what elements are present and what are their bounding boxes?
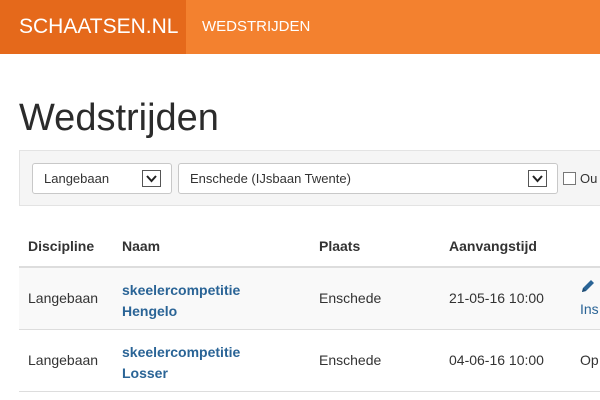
chevron-down-icon bbox=[528, 170, 547, 187]
chevron-down-icon bbox=[142, 170, 161, 187]
pencil-icon[interactable] bbox=[580, 278, 596, 294]
column-header-start-time[interactable]: Aanvangstijd bbox=[449, 238, 537, 254]
brand-logo-link[interactable]: SCHAATSEN.NL bbox=[0, 0, 186, 54]
page-title: Wedstrijden bbox=[19, 97, 219, 139]
table-header: Discipline Naam Plaats Aanvangstijd bbox=[19, 225, 600, 268]
top-navbar: SCHAATSEN.NL WEDSTRIJDEN bbox=[0, 0, 600, 54]
table-row: Langebaan skeelercompetitie Hengelo Ensc… bbox=[19, 268, 600, 330]
column-header-discipline[interactable]: Discipline bbox=[28, 238, 94, 254]
location-select[interactable]: Enschede (IJsbaan Twente) bbox=[178, 163, 558, 194]
row-status: Op bbox=[580, 352, 599, 368]
row-action-link[interactable]: Ins bbox=[580, 301, 599, 317]
row-place: Enschede bbox=[319, 290, 382, 306]
row-start-time: 04-06-16 10:00 bbox=[449, 352, 544, 368]
row-name-line1: skeelercompetitie bbox=[122, 282, 241, 298]
row-start-time: 21-05-16 10:00 bbox=[449, 290, 544, 306]
location-select-value: Enschede (IJsbaan Twente) bbox=[190, 171, 351, 186]
table-row: Langebaan skeelercompetitie Losser Ensch… bbox=[19, 330, 600, 392]
row-name-line2: Losser bbox=[122, 365, 168, 381]
row-place: Enschede bbox=[319, 352, 382, 368]
filter-bar: Langebaan Enschede (IJsbaan Twente) Ou bbox=[19, 150, 600, 206]
row-name-link[interactable]: skeelercompetitie Losser bbox=[122, 342, 240, 384]
row-name-line2: Hengelo bbox=[122, 303, 178, 319]
nav-link-wedstrijden[interactable]: WEDSTRIJDEN bbox=[202, 0, 310, 54]
column-header-name[interactable]: Naam bbox=[122, 238, 160, 254]
discipline-select[interactable]: Langebaan bbox=[32, 163, 172, 194]
discipline-select-value: Langebaan bbox=[44, 171, 110, 186]
column-header-place[interactable]: Plaats bbox=[319, 238, 360, 254]
row-name-line1: skeelercompetitie bbox=[122, 344, 241, 360]
row-name-link[interactable]: skeelercompetitie Hengelo bbox=[122, 280, 240, 322]
row-discipline: Langebaan bbox=[28, 290, 99, 306]
filter-checkbox[interactable] bbox=[563, 172, 576, 185]
row-discipline: Langebaan bbox=[28, 352, 99, 368]
filter-checkbox-label: Ou bbox=[580, 171, 598, 186]
